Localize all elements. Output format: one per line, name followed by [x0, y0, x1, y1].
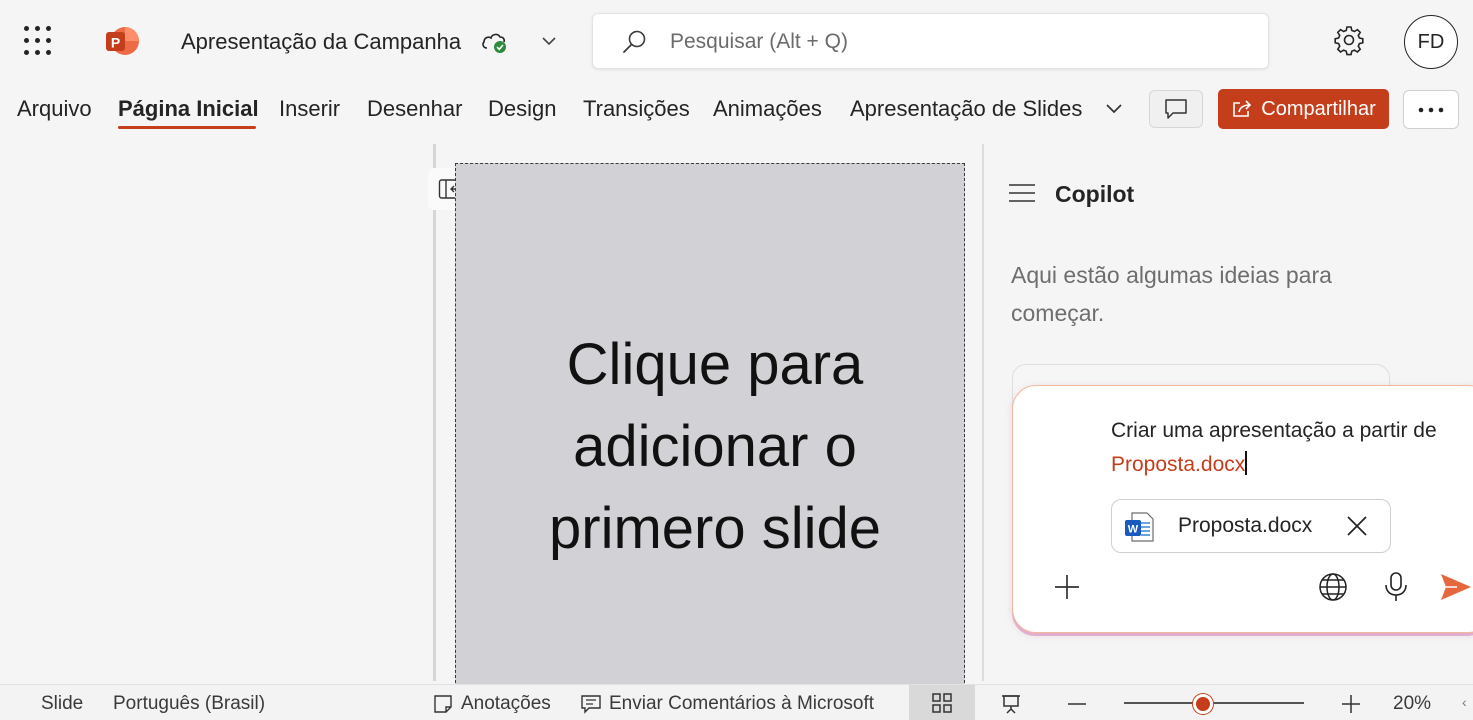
- tab-transicoes[interactable]: Transições: [583, 96, 690, 122]
- feedback-icon[interactable]: [580, 693, 602, 715]
- comment-icon: [1165, 99, 1187, 119]
- share-icon: [1233, 100, 1252, 117]
- plus-icon[interactable]: [1053, 573, 1081, 601]
- slide-placeholder[interactable]: Clique para adicionar o primero slide: [455, 163, 965, 693]
- search-icon: [623, 30, 646, 53]
- svg-text:W: W: [1128, 524, 1139, 536]
- avatar[interactable]: FD: [1404, 15, 1458, 69]
- tab-apresentacao-de-slides[interactable]: Apresentação de Slides: [850, 96, 1082, 122]
- app-launcher-icon[interactable]: [24, 26, 54, 56]
- gear-icon[interactable]: [1333, 24, 1365, 56]
- tab-animacoes[interactable]: Animações: [713, 96, 822, 122]
- microphone-icon[interactable]: [1383, 571, 1409, 603]
- share-button[interactable]: Compartilhar: [1218, 89, 1389, 129]
- tab-pagina-inicial[interactable]: Página Inicial: [118, 96, 259, 122]
- tab-arquivo[interactable]: Arquivo: [17, 96, 92, 122]
- slide-line: primero slide: [549, 496, 881, 561]
- active-tab-indicator: [118, 126, 256, 129]
- prompt-text: Criar uma apresentação a partir de: [1111, 419, 1437, 442]
- cloud-check-icon: [482, 33, 506, 53]
- notes-icon[interactable]: [432, 693, 454, 715]
- tab-design[interactable]: Design: [488, 96, 556, 122]
- copilot-pane-divider[interactable]: [982, 144, 984, 681]
- tab-desenhar[interactable]: Desenhar: [367, 96, 462, 122]
- presenter-view-icon[interactable]: [1000, 693, 1022, 715]
- copilot-composer[interactable]: Criar uma apresentação a partir de Propo…: [1012, 385, 1473, 633]
- zoom-slider[interactable]: [1124, 702, 1304, 704]
- document-title[interactable]: Apresentação da Campanha: [181, 29, 461, 55]
- copilot-intro-text: Aqui estão algumas ideias para começar.: [1011, 262, 1332, 326]
- more-icon: [1418, 107, 1444, 112]
- svg-text:P: P: [111, 35, 120, 51]
- hamburger-icon[interactable]: [1008, 181, 1036, 205]
- grid-view-icon: [932, 693, 952, 713]
- zoom-out-icon[interactable]: [1066, 693, 1088, 715]
- slide-placeholder-text: Clique para adicionar o primero slide: [456, 324, 964, 570]
- globe-icon[interactable]: [1318, 572, 1348, 602]
- zoom-in-icon[interactable]: [1340, 693, 1362, 715]
- slide-line: Clique para: [566, 332, 864, 397]
- powerpoint-logo: P: [106, 27, 139, 55]
- search-placeholder: Pesquisar (Alt + Q): [670, 30, 848, 53]
- prompt-input[interactable]: Criar uma apresentação a partir de Propo…: [1111, 414, 1451, 482]
- more-options-button[interactable]: [1403, 90, 1459, 129]
- slide-indicator: Slide: [41, 693, 84, 714]
- feedback-button[interactable]: Enviar Comentários à Microsoft: [609, 693, 874, 715]
- close-icon[interactable]: [1345, 514, 1369, 538]
- share-label: Compartilhar: [1261, 97, 1376, 120]
- zoom-level[interactable]: 20%: [1393, 693, 1431, 715]
- ribbon-overflow-chevron-icon[interactable]: [1104, 100, 1124, 118]
- attached-file-name: Proposta.docx: [1178, 514, 1313, 537]
- word-file-icon: W: [1125, 512, 1154, 542]
- status-overflow-icon[interactable]: ‹: [1462, 694, 1467, 710]
- language-indicator[interactable]: Português (Brasil): [113, 693, 265, 715]
- thumbnail-pane-divider[interactable]: [433, 144, 436, 681]
- tab-inserir[interactable]: Inserir: [279, 96, 340, 122]
- search-box[interactable]: Pesquisar (Alt + Q): [592, 13, 1269, 69]
- send-icon[interactable]: [1439, 572, 1473, 602]
- comments-button[interactable]: [1149, 90, 1203, 128]
- notes-button[interactable]: Anotações: [461, 693, 551, 715]
- text-caret: [1245, 451, 1247, 475]
- attached-file-chip: W Proposta.docx: [1111, 499, 1391, 553]
- copilot-title: Copilot: [1055, 181, 1135, 207]
- chevron-down-icon[interactable]: [540, 32, 558, 50]
- prompt-file-reference: Proposta.docx: [1111, 453, 1246, 476]
- slide-line: adicionar o: [573, 414, 857, 479]
